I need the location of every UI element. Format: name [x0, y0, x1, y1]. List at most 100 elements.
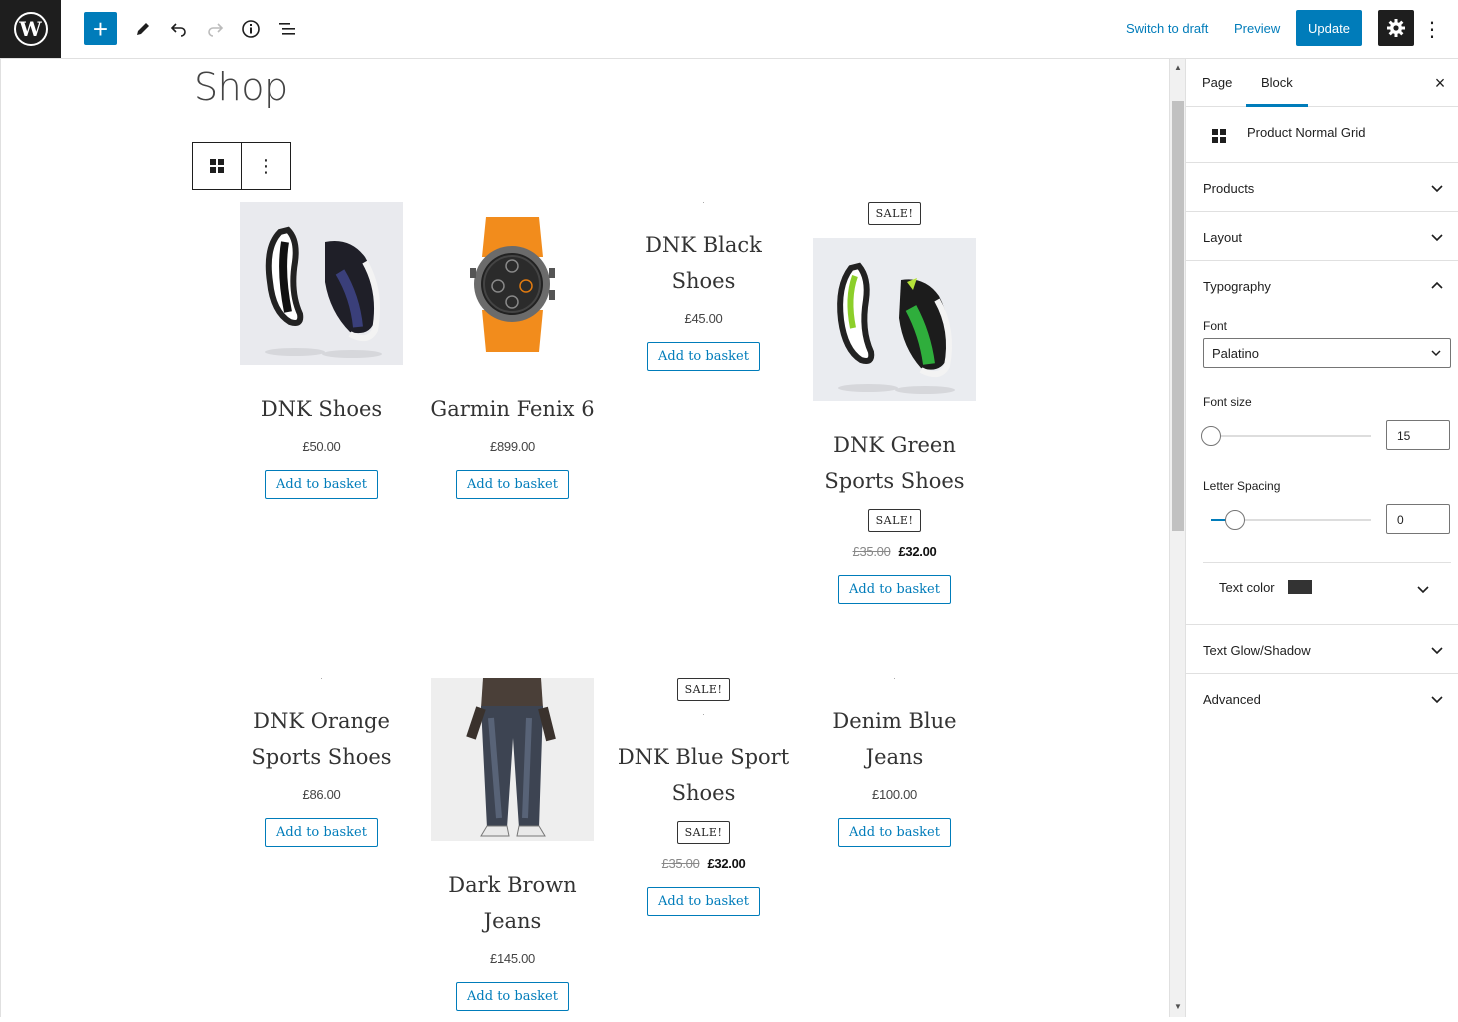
panel-advanced[interactable]: Advanced	[1186, 674, 1458, 723]
sale-price: £32.00	[707, 856, 746, 871]
info-icon	[242, 20, 260, 38]
add-to-basket-button[interactable]: Add to basket	[838, 818, 951, 847]
product-name[interactable]: DNK Orange Sports Shoes	[231, 703, 412, 775]
product-card: SALE! DNK Green Sports Shoes SALE! £35.0…	[804, 202, 985, 604]
divider	[1203, 562, 1451, 563]
sale-price: £32.00	[898, 544, 937, 559]
watch-image	[470, 217, 555, 352]
add-to-basket-button[interactable]: Add to basket	[265, 818, 378, 847]
product-name[interactable]: DNK Shoes	[231, 391, 412, 427]
product-card: DNK Shoes £50.00 Add to basket	[231, 202, 412, 499]
product-name[interactable]: Denim Blue Jeans	[804, 703, 985, 775]
block-type-button[interactable]	[193, 143, 242, 189]
slider-handle[interactable]	[1201, 426, 1221, 446]
undo-icon	[170, 23, 186, 37]
product-card: DNK Orange Sports Shoes £86.00 Add to ba…	[231, 678, 412, 847]
chevron-up-icon[interactable]	[1429, 278, 1445, 294]
page-title[interactable]: Shop	[194, 65, 288, 109]
add-to-basket-button[interactable]: Add to basket	[456, 470, 569, 499]
switch-to-draft-button[interactable]: Switch to draft	[1126, 21, 1208, 36]
product-price: £86.00	[231, 787, 412, 802]
chevron-down-icon	[1431, 350, 1441, 357]
product-image-placeholder	[321, 678, 322, 679]
price: £50.00	[302, 439, 341, 454]
options-more-button[interactable]: ⋮	[1420, 12, 1444, 46]
scrollbar-thumb[interactable]	[1172, 101, 1184, 531]
product-name[interactable]: DNK Blue Sport Shoes	[613, 739, 794, 811]
add-to-basket-button[interactable]: Add to basket	[265, 470, 378, 499]
product-name[interactable]: Dark Brown Jeans	[422, 867, 603, 939]
slider-handle[interactable]	[1225, 510, 1245, 530]
old-price: £35.00	[661, 856, 700, 871]
letter-spacing-label: Letter Spacing	[1203, 479, 1281, 493]
product-image-shoes[interactable]	[240, 202, 403, 365]
chevron-down-icon	[1431, 696, 1443, 704]
settings-button[interactable]	[1378, 10, 1414, 46]
add-to-basket-button[interactable]: Add to basket	[647, 887, 760, 916]
panel-title: Layout	[1203, 230, 1243, 245]
old-price: £35.00	[852, 544, 891, 559]
product-name[interactable]: DNK Black Shoes	[613, 227, 794, 299]
redo-button[interactable]	[198, 12, 232, 46]
chevron-down-icon	[1431, 647, 1443, 655]
product-image-jeans[interactable]	[431, 678, 594, 841]
product-card: SALE! DNK Blue Sport Shoes SALE! £35.00 £…	[613, 678, 794, 916]
product-image-green-shoes[interactable]	[813, 238, 976, 401]
product-price: £45.00	[613, 311, 794, 326]
font-size-slider[interactable]	[1201, 426, 1371, 446]
product-image-watch[interactable]	[431, 202, 594, 365]
canvas-scrollbar[interactable]: ▲ ▼	[1169, 59, 1185, 1017]
font-select[interactable]: Palatino	[1203, 338, 1451, 368]
price: £899.00	[490, 439, 535, 454]
text-color-swatch[interactable]	[1288, 580, 1312, 594]
product-name[interactable]: DNK Green Sports Shoes	[804, 427, 985, 499]
scroll-down-arrow-icon[interactable]: ▼	[1174, 1002, 1182, 1011]
price: £86.00	[302, 787, 341, 802]
update-button[interactable]: Update	[1296, 10, 1362, 46]
price: £145.00	[490, 951, 535, 966]
add-to-basket-button[interactable]: Add to basket	[647, 342, 760, 371]
add-to-basket-button[interactable]: Add to basket	[456, 982, 569, 1011]
font-size-input[interactable]: 15	[1386, 420, 1450, 450]
add-block-button[interactable]: +	[84, 12, 117, 45]
block-name: Product Normal Grid	[1247, 125, 1366, 140]
product-price: £35.00 £32.00	[613, 856, 794, 871]
panel-title: Text Glow/Shadow	[1203, 643, 1311, 658]
product-card: Garmin Fenix 6 £899.00 Add to basket	[422, 202, 603, 499]
product-name[interactable]: Garmin Fenix 6	[422, 391, 603, 427]
letter-spacing-input[interactable]: 0	[1386, 504, 1450, 534]
preview-button[interactable]: Preview	[1234, 21, 1280, 36]
scroll-up-arrow-icon[interactable]: ▲	[1174, 63, 1182, 72]
tab-block[interactable]: Block	[1246, 59, 1308, 107]
pencil-icon	[137, 23, 149, 35]
block-options-button[interactable]: ⋮	[242, 143, 290, 189]
chevron-down-icon[interactable]	[1415, 581, 1431, 597]
sale-badge: SALE!	[676, 821, 731, 844]
gear-icon	[1387, 19, 1405, 37]
font-label: Font	[1203, 319, 1228, 333]
close-sidebar-button[interactable]: ×	[1430, 73, 1450, 93]
panel-title: Advanced	[1203, 692, 1261, 707]
tab-page[interactable]: Page	[1202, 59, 1232, 107]
panel-title[interactable]: Typography	[1203, 279, 1271, 294]
undo-button[interactable]	[162, 12, 196, 46]
panel-title: Products	[1203, 181, 1255, 196]
product-price: £100.00	[804, 787, 985, 802]
wordpress-logo-button[interactable]: W	[0, 0, 61, 58]
add-to-basket-button[interactable]: Add to basket	[838, 575, 951, 604]
panel-text-glow-shadow[interactable]: Text Glow/Shadow	[1186, 625, 1458, 674]
list-view-button[interactable]	[270, 12, 304, 46]
panel-products[interactable]: Products	[1186, 163, 1458, 212]
price: £45.00	[684, 311, 723, 326]
grid-block-icon	[1212, 129, 1226, 143]
chevron-down-icon	[1431, 185, 1443, 193]
text-color-label: Text color	[1219, 580, 1275, 595]
sale-badge: SALE!	[867, 202, 922, 225]
edit-tools-button[interactable]	[126, 12, 160, 46]
panel-layout[interactable]: Layout	[1186, 212, 1458, 261]
font-size-label: Font size	[1203, 395, 1252, 409]
green-shoes-image	[813, 238, 976, 401]
font-value: Palatino	[1212, 346, 1259, 361]
details-button[interactable]	[234, 12, 268, 46]
letter-spacing-slider[interactable]	[1211, 510, 1371, 530]
